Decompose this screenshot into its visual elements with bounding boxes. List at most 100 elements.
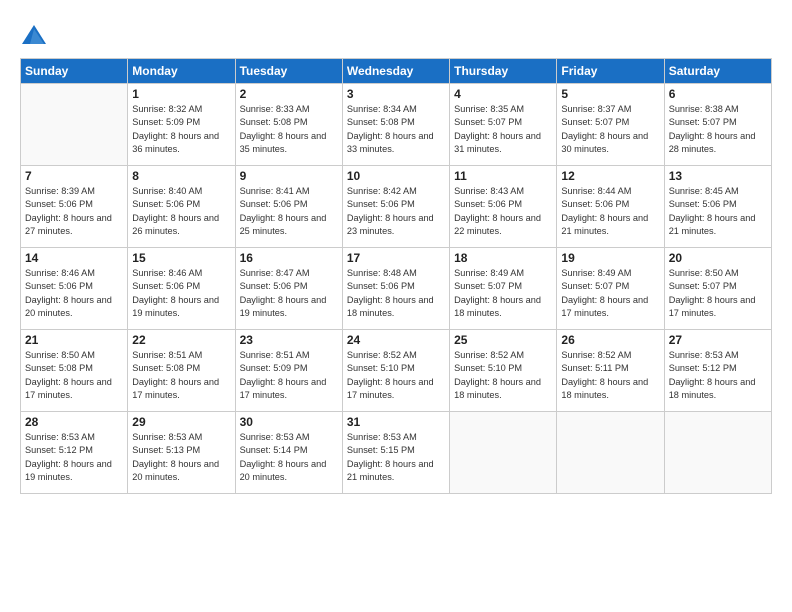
calendar-cell: 15 Sunrise: 8:46 AMSunset: 5:06 PMDayligh…	[128, 248, 235, 330]
day-number: 29	[132, 415, 230, 429]
day-info: Sunrise: 8:46 AMSunset: 5:06 PMDaylight:…	[25, 267, 123, 320]
calendar: SundayMondayTuesdayWednesdayThursdayFrid…	[20, 58, 772, 494]
week-row-4: 21 Sunrise: 8:50 AMSunset: 5:08 PMDayligh…	[21, 330, 772, 412]
day-number: 9	[240, 169, 338, 183]
calendar-cell: 26 Sunrise: 8:52 AMSunset: 5:11 PMDayligh…	[557, 330, 664, 412]
calendar-cell: 11 Sunrise: 8:43 AMSunset: 5:06 PMDayligh…	[450, 166, 557, 248]
logo-icon	[20, 22, 48, 50]
day-info: Sunrise: 8:53 AMSunset: 5:12 PMDaylight:…	[25, 431, 123, 484]
day-info: Sunrise: 8:44 AMSunset: 5:06 PMDaylight:…	[561, 185, 659, 238]
calendar-cell: 29 Sunrise: 8:53 AMSunset: 5:13 PMDayligh…	[128, 412, 235, 494]
weekday-header-tuesday: Tuesday	[235, 59, 342, 84]
day-info: Sunrise: 8:47 AMSunset: 5:06 PMDaylight:…	[240, 267, 338, 320]
day-number: 4	[454, 87, 552, 101]
day-number: 13	[669, 169, 767, 183]
day-number: 20	[669, 251, 767, 265]
day-number: 1	[132, 87, 230, 101]
calendar-cell: 1 Sunrise: 8:32 AMSunset: 5:09 PMDaylight…	[128, 84, 235, 166]
calendar-cell: 31 Sunrise: 8:53 AMSunset: 5:15 PMDayligh…	[342, 412, 449, 494]
day-number: 7	[25, 169, 123, 183]
weekday-header-monday: Monday	[128, 59, 235, 84]
calendar-cell: 2 Sunrise: 8:33 AMSunset: 5:08 PMDaylight…	[235, 84, 342, 166]
day-info: Sunrise: 8:53 AMSunset: 5:14 PMDaylight:…	[240, 431, 338, 484]
day-info: Sunrise: 8:41 AMSunset: 5:06 PMDaylight:…	[240, 185, 338, 238]
calendar-cell: 8 Sunrise: 8:40 AMSunset: 5:06 PMDaylight…	[128, 166, 235, 248]
day-info: Sunrise: 8:52 AMSunset: 5:10 PMDaylight:…	[347, 349, 445, 402]
day-number: 19	[561, 251, 659, 265]
day-number: 18	[454, 251, 552, 265]
calendar-cell: 18Sunrise: 8:49 AMSunset: 5:07 PMDayligh…	[450, 248, 557, 330]
day-number: 17	[347, 251, 445, 265]
day-number: 5	[561, 87, 659, 101]
calendar-cell: 28 Sunrise: 8:53 AMSunset: 5:12 PMDayligh…	[21, 412, 128, 494]
day-number: 11	[454, 169, 552, 183]
day-info: Sunrise: 8:52 AMSunset: 5:11 PMDaylight:…	[561, 349, 659, 402]
calendar-cell: 5 Sunrise: 8:37 AMSunset: 5:07 PMDaylight…	[557, 84, 664, 166]
calendar-cell: 12 Sunrise: 8:44 AMSunset: 5:06 PMDayligh…	[557, 166, 664, 248]
day-number: 27	[669, 333, 767, 347]
day-info: Sunrise: 8:53 AMSunset: 5:15 PMDaylight:…	[347, 431, 445, 484]
day-number: 15	[132, 251, 230, 265]
day-info: Sunrise: 8:33 AMSunset: 5:08 PMDaylight:…	[240, 103, 338, 156]
day-info: Sunrise: 8:51 AMSunset: 5:08 PMDaylight:…	[132, 349, 230, 402]
header	[20, 18, 772, 50]
calendar-cell: 14 Sunrise: 8:46 AMSunset: 5:06 PMDayligh…	[21, 248, 128, 330]
page: SundayMondayTuesdayWednesdayThursdayFrid…	[0, 0, 792, 612]
day-info: Sunrise: 8:40 AMSunset: 5:06 PMDaylight:…	[132, 185, 230, 238]
week-row-5: 28 Sunrise: 8:53 AMSunset: 5:12 PMDayligh…	[21, 412, 772, 494]
calendar-cell: 27 Sunrise: 8:53 AMSunset: 5:12 PMDayligh…	[664, 330, 771, 412]
calendar-cell: 7 Sunrise: 8:39 AMSunset: 5:06 PMDaylight…	[21, 166, 128, 248]
calendar-cell: 9 Sunrise: 8:41 AMSunset: 5:06 PMDaylight…	[235, 166, 342, 248]
day-info: Sunrise: 8:37 AMSunset: 5:07 PMDaylight:…	[561, 103, 659, 156]
week-row-3: 14 Sunrise: 8:46 AMSunset: 5:06 PMDayligh…	[21, 248, 772, 330]
day-number: 21	[25, 333, 123, 347]
calendar-cell: 19 Sunrise: 8:49 AMSunset: 5:07 PMDayligh…	[557, 248, 664, 330]
calendar-cell: 17Sunrise: 8:48 AMSunset: 5:06 PMDayligh…	[342, 248, 449, 330]
day-info: Sunrise: 8:32 AMSunset: 5:09 PMDaylight:…	[132, 103, 230, 156]
day-info: Sunrise: 8:50 AMSunset: 5:07 PMDaylight:…	[669, 267, 767, 320]
day-info: Sunrise: 8:53 AMSunset: 5:13 PMDaylight:…	[132, 431, 230, 484]
calendar-cell	[664, 412, 771, 494]
day-info: Sunrise: 8:38 AMSunset: 5:07 PMDaylight:…	[669, 103, 767, 156]
weekday-header-wednesday: Wednesday	[342, 59, 449, 84]
day-number: 23	[240, 333, 338, 347]
day-info: Sunrise: 8:49 AMSunset: 5:07 PMDaylight:…	[561, 267, 659, 320]
day-number: 12	[561, 169, 659, 183]
day-number: 26	[561, 333, 659, 347]
calendar-cell	[450, 412, 557, 494]
weekday-header-sunday: Sunday	[21, 59, 128, 84]
day-info: Sunrise: 8:42 AMSunset: 5:06 PMDaylight:…	[347, 185, 445, 238]
day-number: 6	[669, 87, 767, 101]
calendar-cell: 22 Sunrise: 8:51 AMSunset: 5:08 PMDayligh…	[128, 330, 235, 412]
day-number: 25	[454, 333, 552, 347]
calendar-cell: 20 Sunrise: 8:50 AMSunset: 5:07 PMDayligh…	[664, 248, 771, 330]
day-info: Sunrise: 8:45 AMSunset: 5:06 PMDaylight:…	[669, 185, 767, 238]
calendar-cell: 3 Sunrise: 8:34 AMSunset: 5:08 PMDaylight…	[342, 84, 449, 166]
day-number: 28	[25, 415, 123, 429]
day-number: 2	[240, 87, 338, 101]
calendar-cell	[21, 84, 128, 166]
day-info: Sunrise: 8:50 AMSunset: 5:08 PMDaylight:…	[25, 349, 123, 402]
day-info: Sunrise: 8:35 AMSunset: 5:07 PMDaylight:…	[454, 103, 552, 156]
day-info: Sunrise: 8:46 AMSunset: 5:06 PMDaylight:…	[132, 267, 230, 320]
day-info: Sunrise: 8:34 AMSunset: 5:08 PMDaylight:…	[347, 103, 445, 156]
day-info: Sunrise: 8:39 AMSunset: 5:06 PMDaylight:…	[25, 185, 123, 238]
day-number: 14	[25, 251, 123, 265]
day-number: 16	[240, 251, 338, 265]
calendar-cell: 16 Sunrise: 8:47 AMSunset: 5:06 PMDayligh…	[235, 248, 342, 330]
day-number: 30	[240, 415, 338, 429]
day-number: 3	[347, 87, 445, 101]
day-number: 22	[132, 333, 230, 347]
day-number: 31	[347, 415, 445, 429]
day-info: Sunrise: 8:52 AMSunset: 5:10 PMDaylight:…	[454, 349, 552, 402]
day-info: Sunrise: 8:43 AMSunset: 5:06 PMDaylight:…	[454, 185, 552, 238]
weekday-header-thursday: Thursday	[450, 59, 557, 84]
weekday-header-friday: Friday	[557, 59, 664, 84]
calendar-cell: 6 Sunrise: 8:38 AMSunset: 5:07 PMDaylight…	[664, 84, 771, 166]
day-info: Sunrise: 8:53 AMSunset: 5:12 PMDaylight:…	[669, 349, 767, 402]
day-number: 24	[347, 333, 445, 347]
calendar-cell: 25 Sunrise: 8:52 AMSunset: 5:10 PMDayligh…	[450, 330, 557, 412]
day-number: 8	[132, 169, 230, 183]
calendar-cell: 30 Sunrise: 8:53 AMSunset: 5:14 PMDayligh…	[235, 412, 342, 494]
calendar-cell: 23Sunrise: 8:51 AMSunset: 5:09 PMDayligh…	[235, 330, 342, 412]
